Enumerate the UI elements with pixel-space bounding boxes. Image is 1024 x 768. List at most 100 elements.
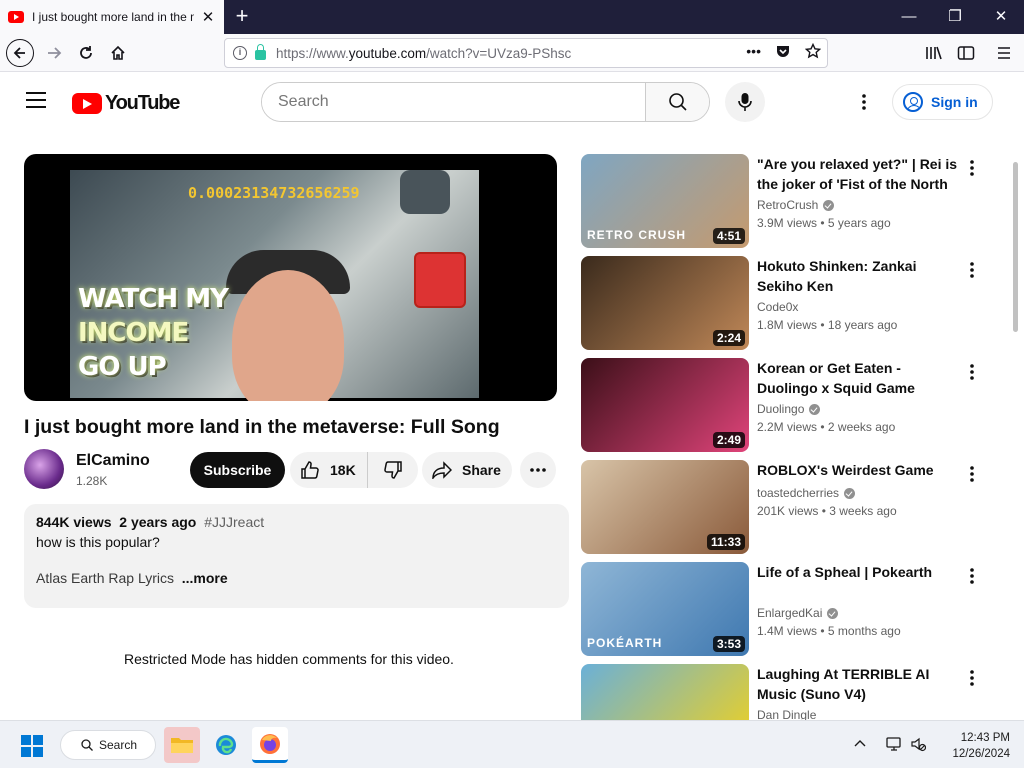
- hashtag-link[interactable]: #JJJreact: [204, 514, 264, 530]
- settings-menu-button[interactable]: [852, 90, 876, 114]
- new-tab-button[interactable]: +: [230, 4, 254, 28]
- guide-menu-button[interactable]: [26, 92, 46, 108]
- forward-button[interactable]: [40, 39, 68, 67]
- recommendation-menu-button[interactable]: [962, 666, 982, 690]
- recommendation-item[interactable]: POKÉARTH 3:53 Life of a Spheal | Pokearth E…: [581, 562, 991, 656]
- sidebar-button[interactable]: [952, 39, 980, 67]
- close-window-button[interactable]: ✕: [978, 0, 1024, 34]
- recommendation-title[interactable]: "Are you relaxed yet?" | Rei is the joke…: [757, 154, 962, 194]
- system-clock[interactable]: 12:43 PM 12/26/2024: [930, 730, 1010, 762]
- firefox-button[interactable]: [252, 727, 288, 763]
- volume-button[interactable]: [910, 736, 927, 755]
- recommendation-thumbnail[interactable]: RETRO CRUSH 4:51: [581, 154, 749, 248]
- channel-name: Dan Dingle: [757, 708, 817, 720]
- show-hidden-icons-button[interactable]: [854, 735, 866, 750]
- search-button[interactable]: [645, 83, 709, 121]
- video-duration: 3:53: [712, 636, 745, 652]
- folder-icon: [171, 738, 193, 753]
- verified-badge-icon: [827, 607, 839, 619]
- recommendation-title[interactable]: ROBLOX's Weirdest Game: [757, 460, 962, 480]
- recommendation-channel[interactable]: EnlargedKai: [757, 606, 839, 620]
- video-player[interactable]: 0.00023134732656259 WATCH MY INCOME GO U…: [24, 154, 557, 401]
- file-explorer-button[interactable]: [164, 727, 200, 763]
- page-scrollbar[interactable]: [1013, 162, 1018, 332]
- close-tab-icon[interactable]: ✕: [200, 8, 216, 26]
- recommendation-item[interactable]: Laughing At TERRIBLE AI Music (Suno V4) D…: [581, 664, 991, 720]
- minimize-window-button[interactable]: —: [886, 0, 932, 34]
- sign-in-button[interactable]: Sign in: [892, 84, 993, 120]
- back-button[interactable]: [6, 39, 34, 67]
- like-button[interactable]: 18K: [290, 452, 368, 488]
- recommendation-title[interactable]: Life of a Spheal | Pokearth: [757, 562, 962, 582]
- chevron-up-icon: [854, 740, 866, 747]
- recommendation-item[interactable]: 11:33 ROBLOX's Weirdest Game toastedcherri…: [581, 460, 991, 554]
- meta-separator: •: [817, 420, 828, 434]
- recommendation-channel[interactable]: toastedcherries: [757, 486, 856, 500]
- subscribe-button[interactable]: Subscribe: [190, 452, 285, 488]
- recommendation-channel[interactable]: Dan Dingle: [757, 708, 816, 720]
- channel-name[interactable]: ElCamino: [76, 452, 150, 470]
- search-input[interactable]: [262, 83, 645, 121]
- app-menu-button[interactable]: [990, 39, 1018, 67]
- recommendation-menu-button[interactable]: [962, 258, 982, 282]
- pocket-icon[interactable]: [775, 43, 791, 59]
- voice-search-button[interactable]: [725, 82, 765, 122]
- recommendation-title[interactable]: Korean or Get Eaten - Duolingo x Squid G…: [757, 358, 962, 398]
- channel-avatar[interactable]: [24, 449, 64, 489]
- bookmark-star-icon[interactable]: [805, 43, 821, 59]
- share-arrow-icon: [432, 461, 452, 479]
- recommendation-thumbnail[interactable]: 11:33: [581, 460, 749, 554]
- page-actions-icon[interactable]: •••: [746, 43, 761, 59]
- site-info-icon[interactable]: i: [233, 46, 247, 60]
- recommendation-thumbnail[interactable]: [581, 664, 749, 720]
- recommendation-meta: 201K views • 3 weeks ago: [757, 504, 897, 518]
- recommendation-menu-button[interactable]: [962, 156, 982, 180]
- reload-button[interactable]: [72, 39, 100, 67]
- taskbar-search[interactable]: Search: [60, 730, 156, 760]
- taskbar-search-label: Search: [99, 738, 138, 752]
- sidebar-icon: [957, 46, 975, 60]
- network-button[interactable]: [886, 736, 902, 755]
- library-button[interactable]: [920, 39, 948, 67]
- edge-browser-button[interactable]: [208, 727, 244, 763]
- browser-navbar: i https://www.youtube.com/watch?v=UVza9-…: [0, 34, 1024, 72]
- view-count: 1.8M views: [757, 318, 818, 332]
- recommendation-meta: 3.9M views • 5 years ago: [757, 216, 891, 230]
- youtube-logo[interactable]: YouTube: [72, 92, 180, 115]
- recommendation-title[interactable]: Hokuto Shinken: Zankai Sekiho Ken: [757, 256, 962, 296]
- recommendation-menu-button[interactable]: [962, 462, 982, 486]
- thumbs-up-icon: [301, 461, 319, 479]
- description-box[interactable]: 844K views 2 years ago #JJJreact how is …: [24, 504, 569, 608]
- recommendation-thumbnail[interactable]: POKÉARTH 3:53: [581, 562, 749, 656]
- windows-taskbar: Search 12:43 PM 12/26/2024: [0, 720, 1024, 768]
- recommendation-thumbnail[interactable]: 2:49: [581, 358, 749, 452]
- recommendation-channel[interactable]: Code0x: [757, 300, 798, 314]
- show-more-link[interactable]: ...more: [182, 570, 228, 586]
- vertical-dots-icon: [970, 466, 974, 482]
- recommendation-menu-button[interactable]: [962, 360, 982, 384]
- channel-name: EnlargedKai: [757, 606, 823, 620]
- recommendation-menu-button[interactable]: [962, 564, 982, 588]
- boost-graphic: [400, 170, 450, 214]
- view-count: 201K views: [757, 504, 819, 518]
- video-duration: 2:24: [712, 330, 745, 346]
- recommendation-title[interactable]: Laughing At TERRIBLE AI Music (Suno V4): [757, 664, 962, 704]
- recommendation-item[interactable]: RETRO CRUSH 4:51 "Are you relaxed yet?" | …: [581, 154, 991, 248]
- recommendation-item[interactable]: 2:49 Korean or Get Eaten - Duolingo x Squ…: [581, 358, 991, 452]
- restore-window-button[interactable]: ❐: [932, 0, 978, 34]
- home-button[interactable]: [104, 39, 132, 67]
- start-button[interactable]: [21, 735, 43, 757]
- dislike-button[interactable]: [368, 460, 418, 480]
- more-actions-button[interactable]: [520, 452, 556, 488]
- share-button[interactable]: Share: [422, 452, 512, 488]
- recommendation-channel[interactable]: RetroCrush: [757, 198, 835, 212]
- browser-tab[interactable]: I just bought more land in the metaverse…: [0, 0, 224, 34]
- recommendation-item[interactable]: 2:24 Hokuto Shinken: Zankai Sekiho Ken Cod…: [581, 256, 991, 350]
- url-text[interactable]: https://www.youtube.com/watch?v=UVza9-PS…: [276, 46, 571, 61]
- verified-badge-icon: [823, 199, 835, 211]
- address-bar[interactable]: i https://www.youtube.com/watch?v=UVza9-…: [224, 38, 828, 68]
- recommendation-thumbnail[interactable]: 2:24: [581, 256, 749, 350]
- recommendation-channel[interactable]: Duolingo: [757, 402, 821, 416]
- vertical-dots-icon: [970, 364, 974, 380]
- verified-badge-icon: [844, 487, 856, 499]
